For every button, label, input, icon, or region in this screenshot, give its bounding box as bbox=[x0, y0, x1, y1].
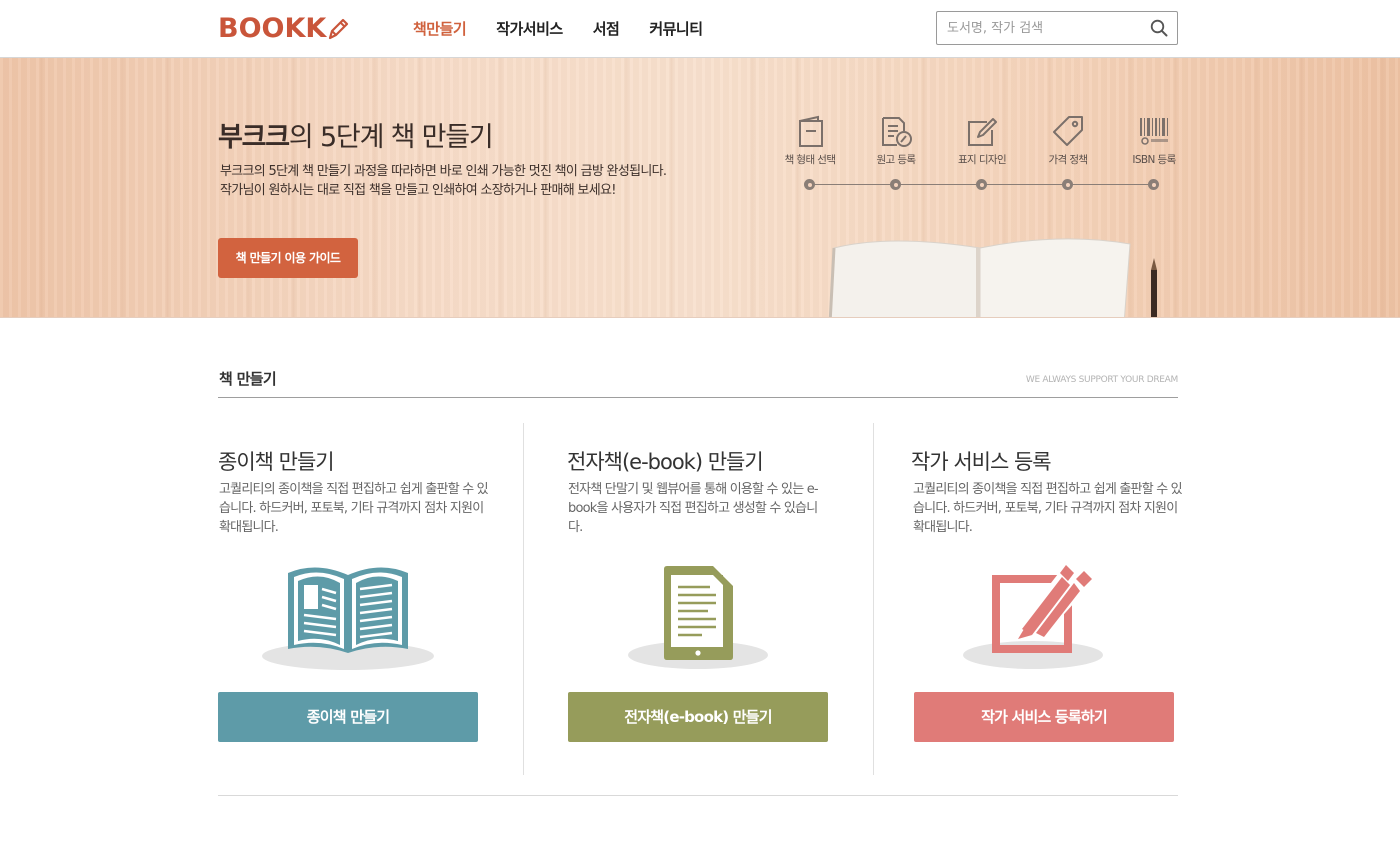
barcode-icon bbox=[1140, 118, 1168, 145]
card-author-service: 작가 서비스 등록 고퀄리티의 종이책을 직접 편집하고 쉽게 출판할 수 있습… bbox=[874, 423, 1183, 775]
step-dot bbox=[976, 179, 987, 190]
section-tagline: WE ALWAYS SUPPORT YOUR DREAM bbox=[1025, 375, 1178, 385]
step-dot bbox=[804, 179, 815, 190]
step-dot bbox=[1148, 179, 1159, 190]
step-manuscript[interactable]: 원고 등록 bbox=[856, 112, 936, 167]
open-book-icon bbox=[262, 567, 434, 670]
card-description: 고퀄리티의 종이책을 직접 편집하고 쉽게 출판할 수 있습니다. 하드커버, … bbox=[913, 482, 1183, 535]
price-tag-icon bbox=[1053, 116, 1083, 146]
book-shape-icon bbox=[799, 115, 823, 147]
ebook-button[interactable]: 전자책(e-book) 만들기 bbox=[568, 692, 828, 742]
bookk-logo[interactable]: BOOKK bbox=[218, 14, 349, 44]
step-book-shape[interactable]: 책 형태 선택 bbox=[770, 112, 850, 167]
card-title: 작가 서비스 등록 bbox=[911, 450, 1052, 474]
tablet-document-icon bbox=[628, 566, 768, 669]
search-input[interactable] bbox=[947, 18, 1142, 38]
step-label: ISBN 등록 bbox=[1132, 154, 1176, 166]
step-isbn[interactable]: ISBN 등록 bbox=[1114, 112, 1194, 167]
card-paper-book: 종이책 만들기 고퀄리티의 종이책을 직접 편집하고 쉽게 출판할 수 있습니다… bbox=[218, 423, 524, 775]
logo-text: BOOKK bbox=[218, 13, 327, 44]
hero-title-rest: 의 5단계 책 만들기 bbox=[288, 122, 494, 153]
nav-item-book-making[interactable]: 책만들기 bbox=[413, 18, 467, 40]
search-box bbox=[936, 11, 1178, 45]
card-description: 고퀄리티의 종이책을 직접 편집하고 쉽게 출판할 수 있습니다. 하드커버, … bbox=[219, 482, 489, 535]
hero-banner: 부크크의 5단계 책 만들기 부크크의 5단계 책 만들기 과정을 따라하면 바… bbox=[0, 58, 1400, 318]
nav-item-bookstore[interactable]: 서점 bbox=[593, 18, 620, 40]
section-title: 책 만들기 bbox=[219, 370, 277, 388]
main-nav: 책만들기 작가서비스 서점 커뮤니티 bbox=[413, 18, 703, 40]
top-header: BOOKK 책만들기 작가서비스 서점 커뮤니티 bbox=[0, 0, 1400, 58]
card-title: 종이책 만들기 bbox=[218, 450, 335, 474]
wood-texture bbox=[0, 58, 1400, 317]
nav-item-author-service[interactable]: 작가서비스 bbox=[496, 18, 563, 40]
open-notebook-illustration bbox=[828, 238, 1131, 317]
card-description: 전자책 단말기 및 웹뷰어를 통해 이용할 수 있는 e-book을 사용자가 … bbox=[568, 482, 819, 535]
search-icon[interactable] bbox=[1150, 19, 1168, 37]
nav-item-community[interactable]: 커뮤니티 bbox=[649, 18, 703, 40]
pencil-logo-icon bbox=[329, 18, 349, 40]
author-service-button[interactable]: 작가 서비스 등록하기 bbox=[914, 692, 1174, 742]
manuscript-icon bbox=[882, 117, 912, 147]
step-dot bbox=[890, 179, 901, 190]
hero-title-brand: 부크크 bbox=[218, 122, 290, 153]
section-header: 책 만들기 WE ALWAYS SUPPORT YOUR DREAM bbox=[218, 366, 1178, 398]
cover-edit-icon bbox=[968, 118, 997, 146]
step-dot bbox=[1062, 179, 1073, 190]
paper-book-button[interactable]: 종이책 만들기 bbox=[218, 692, 478, 742]
hero-description: 부크크의 5단계 책 만들기 과정을 따라하면 바로 인쇄 가능한 멋진 책이 … bbox=[220, 162, 667, 200]
steps-progress: 책 형태 선택 원고 등록 표지 디자인 가격 정책 ISBN 등록 bbox=[770, 112, 1190, 202]
step-label: 표지 디자인 bbox=[957, 154, 1007, 166]
hero-desc-line: 작가님이 원하시는 대로 직접 책을 만들고 인쇄하여 소장하거나 판매해 보세… bbox=[220, 183, 616, 198]
step-label: 책 형태 선택 bbox=[784, 154, 836, 166]
step-cover-design[interactable]: 표지 디자인 bbox=[942, 112, 1022, 167]
bottom-divider bbox=[218, 795, 1178, 796]
card-title: 전자책(e-book) 만들기 bbox=[567, 450, 764, 474]
guide-button[interactable]: 책 만들기 이용 가이드 bbox=[218, 238, 358, 278]
pencil-illustration bbox=[1151, 258, 1157, 317]
hero-title: 부크크의 5단계 책 만들기 bbox=[218, 115, 494, 154]
hero-desc-line: 부크크의 5단계 책 만들기 과정을 따라하면 바로 인쇄 가능한 멋진 책이 … bbox=[220, 164, 667, 179]
step-label: 원고 등록 bbox=[876, 154, 917, 166]
pen-brush-icon bbox=[963, 561, 1103, 669]
card-ebook: 전자책(e-book) 만들기 전자책 단말기 및 웹뷰어를 통해 이용할 수 … bbox=[524, 423, 874, 775]
step-label: 가격 정책 bbox=[1048, 154, 1089, 166]
step-price-policy[interactable]: 가격 정책 bbox=[1028, 112, 1108, 167]
